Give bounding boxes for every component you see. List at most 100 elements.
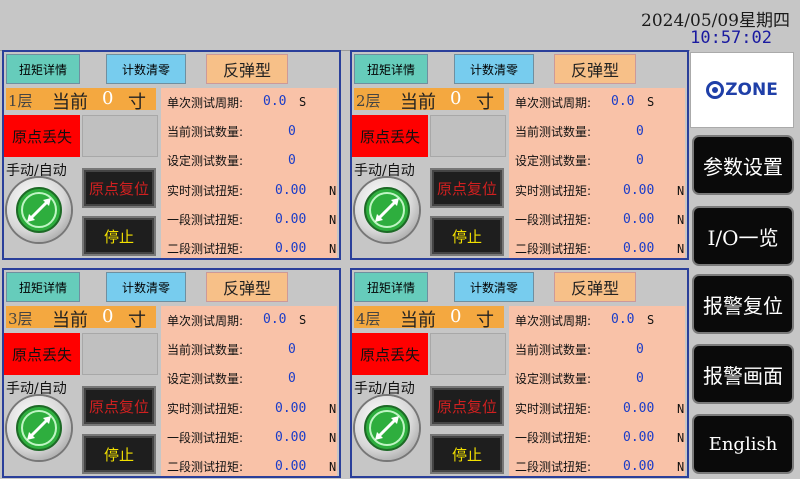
switch-arrows-icon [364,405,410,451]
floor-status-bar: 4层 当前 0 寸 [354,306,504,331]
home-reset-button[interactable]: 原点复位 [82,386,156,426]
current-label: 当前 [52,92,88,113]
set-count-value[interactable]: 0 [636,371,644,386]
manual-auto-label: 手动/自动 [354,381,415,397]
current-count-label: 当前测试数量: [515,343,592,357]
current-unit: 寸 [476,92,494,113]
single-cycle-label: 单次测试周期: [515,96,592,110]
stop-button[interactable]: 停止 [430,434,504,474]
stop-button[interactable]: 停止 [82,216,156,256]
test-info-box: 单次测试周期: 0.0 S 当前测试数量: 0 设定测试数量: 0 实时测试扭矩… [509,306,685,476]
floor-panel-3: 扭矩详情 计数清零 反弹型 3层 当前 0 寸 原点丢失 手动/自动 原点复位 … [2,268,341,478]
count-reset-button[interactable]: 计数清零 [106,54,186,84]
stage1-torque-unit: N [677,213,685,227]
stage2-torque-value[interactable]: 0.00 [623,459,654,474]
stop-button[interactable]: 停止 [82,434,156,474]
home-reset-button[interactable]: 原点复位 [430,168,504,208]
switch-arrows-icon [16,405,62,451]
set-count-value[interactable]: 0 [636,153,644,168]
stage2-torque-value[interactable]: 0.00 [275,241,306,256]
current-count-label: 当前测试数量: [167,125,244,139]
current-unit: 寸 [128,310,146,331]
alarm-reset-button[interactable]: 报警复位 [692,274,794,334]
type-selector[interactable]: 反弹型 [554,54,636,84]
home-reset-button[interactable]: 原点复位 [430,386,504,426]
stage1-torque-value[interactable]: 0.00 [623,430,654,445]
current-label: 当前 [52,310,88,331]
realtime-torque-unit: N [677,402,685,416]
type-selector[interactable]: 反弹型 [206,272,288,302]
current-label: 当前 [400,310,436,331]
realtime-torque-label: 实时测试扭矩: [167,184,244,198]
stop-button[interactable]: 停止 [430,216,504,256]
torque-detail-button[interactable]: 扭矩详情 [354,54,428,84]
single-cycle-unit: S [647,313,655,327]
torque-detail-button[interactable]: 扭矩详情 [6,272,80,302]
stage1-torque-unit: N [329,431,337,445]
io-overview-button[interactable]: I/O一览 [692,206,794,266]
type-selector[interactable]: 反弹型 [206,54,288,84]
stage2-torque-unit: N [677,460,685,474]
switch-arrows-icon [364,187,410,233]
count-reset-button[interactable]: 计数清零 [454,272,534,302]
single-cycle-label: 单次测试周期: [515,314,592,328]
stage1-torque-value[interactable]: 0.00 [275,430,306,445]
alarm-screen-button[interactable]: 报警画面 [692,344,794,404]
floor-panel-2: 扭矩详情 计数清零 反弹型 2层 当前 0 寸 原点丢失 手动/自动 原点复位 … [350,50,689,260]
realtime-torque-label: 实时测试扭矩: [515,402,592,416]
set-count-label: 设定测试数量: [167,372,244,386]
manual-auto-label: 手动/自动 [6,381,67,397]
set-count-value[interactable]: 0 [288,153,296,168]
stage2-torque-label: 二段测试扭矩: [515,460,592,474]
company-logo: ZONE [690,52,794,128]
english-button[interactable]: English [692,414,794,474]
switch-arrows-icon [16,187,62,233]
status-indicator [82,333,158,375]
realtime-torque-value: 0.00 [623,183,655,198]
current-count-label: 当前测试数量: [167,343,244,357]
realtime-torque-label: 实时测试扭矩: [167,402,244,416]
mode-switch-knob[interactable] [7,396,71,460]
current-label: 当前 [400,92,436,113]
floor-status-bar: 3层 当前 0 寸 [6,306,156,331]
count-reset-button[interactable]: 计数清零 [106,272,186,302]
current-unit: 寸 [476,310,494,331]
single-cycle-value: 0.0 [263,312,287,327]
mode-switch-knob[interactable] [355,178,419,242]
stage2-torque-value[interactable]: 0.00 [275,459,306,474]
origin-lost-alarm: 原点丢失 [4,333,80,375]
test-info-box: 单次测试周期: 0.0 S 当前测试数量: 0 设定测试数量: 0 实时测试扭矩… [509,88,685,258]
current-count-value: 0 [288,124,296,139]
type-selector[interactable]: 反弹型 [554,272,636,302]
single-cycle-unit: S [299,95,307,109]
stage1-torque-value[interactable]: 0.00 [275,212,306,227]
mode-switch-knob[interactable] [7,178,71,242]
realtime-torque-unit: N [329,184,337,198]
set-count-label: 设定测试数量: [515,372,592,386]
stage2-torque-value[interactable]: 0.00 [623,241,654,256]
home-reset-button[interactable]: 原点复位 [82,168,156,208]
params-button[interactable]: 参数设置 [692,135,794,195]
single-cycle-value: 0.0 [611,94,635,109]
current-value: 0 [102,88,114,109]
mode-switch-knob[interactable] [355,396,419,460]
current-value: 0 [450,88,462,109]
stage1-torque-value[interactable]: 0.00 [623,212,654,227]
origin-lost-alarm: 原点丢失 [352,333,428,375]
current-count-label: 当前测试数量: [515,125,592,139]
floor-label: 2层 [356,92,381,110]
single-cycle-value: 0.0 [263,94,287,109]
torque-detail-button[interactable]: 扭矩详情 [354,272,428,302]
stage2-torque-label: 二段测试扭矩: [167,242,244,256]
set-count-value[interactable]: 0 [288,371,296,386]
realtime-torque-unit: N [329,402,337,416]
logo-ring-icon [706,81,725,99]
floor-panel-4: 扭矩详情 计数清零 反弹型 4层 当前 0 寸 原点丢失 手动/自动 原点复位 … [350,268,689,478]
test-info-box: 单次测试周期: 0.0 S 当前测试数量: 0 设定测试数量: 0 实时测试扭矩… [161,306,337,476]
realtime-torque-label: 实时测试扭矩: [515,184,592,198]
set-count-label: 设定测试数量: [515,154,592,168]
realtime-torque-unit: N [677,184,685,198]
test-info-box: 单次测试周期: 0.0 S 当前测试数量: 0 设定测试数量: 0 实时测试扭矩… [161,88,337,258]
torque-detail-button[interactable]: 扭矩详情 [6,54,80,84]
count-reset-button[interactable]: 计数清零 [454,54,534,84]
